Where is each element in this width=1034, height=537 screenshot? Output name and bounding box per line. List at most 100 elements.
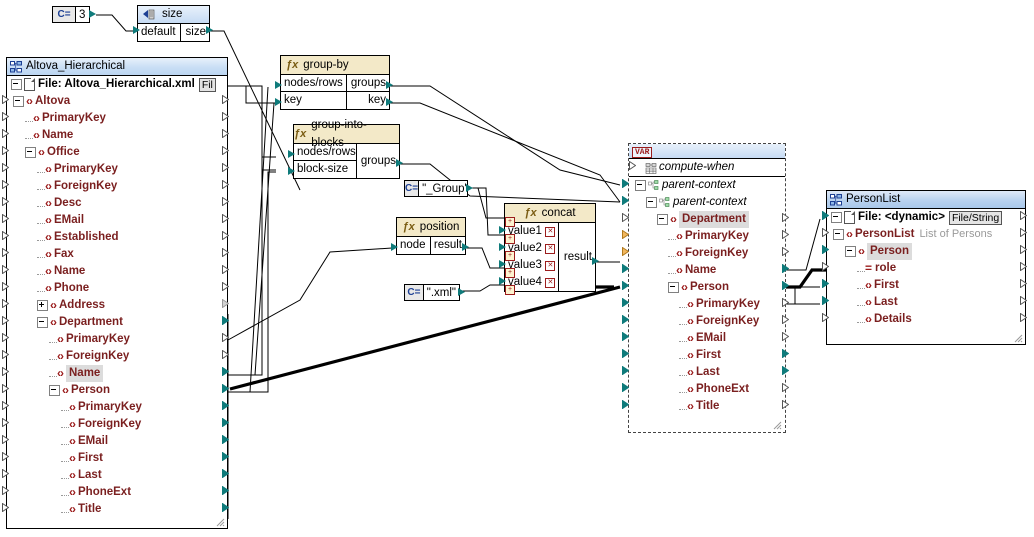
file-row-collapse-toggle[interactable] xyxy=(11,79,22,90)
input-connector[interactable] xyxy=(622,382,630,393)
remove-value4-icon[interactable]: ✕ xyxy=(545,277,556,288)
output-connector[interactable] xyxy=(222,315,230,326)
variable-titlebar[interactable]: VAR xyxy=(629,144,785,159)
target-tree-row[interactable]: ‹› Person xyxy=(827,243,1025,260)
output-connector[interactable] xyxy=(782,348,790,359)
input-connector[interactable] xyxy=(622,229,630,240)
target-tree-row[interactable]: ‹› Last xyxy=(827,294,1025,311)
output-connector[interactable] xyxy=(782,229,790,240)
target-file-output-connector[interactable] xyxy=(1020,210,1028,221)
position-input-node[interactable]: node xyxy=(397,237,430,254)
output-connector[interactable] xyxy=(222,196,230,207)
source-tree-row[interactable]: ‹› Established xyxy=(7,229,227,246)
concat-add-before-value1-icon[interactable]: + xyxy=(505,217,515,227)
variable-tree-row[interactable]: parent-context xyxy=(629,177,785,194)
concat-add-before-value2-icon[interactable]: + xyxy=(505,234,515,244)
variable-component[interactable]: VAR compute-when parent-context parent-co… xyxy=(628,143,786,433)
group-by-input-nodes-rows[interactable]: nodes/rows xyxy=(281,75,346,92)
input-connector[interactable] xyxy=(2,298,10,309)
gib-input-block-size[interactable]: block-size xyxy=(294,161,356,178)
input-connector[interactable] xyxy=(822,227,830,238)
input-connector[interactable] xyxy=(822,295,830,306)
source-tree-row[interactable]: ‹› Last xyxy=(7,467,227,484)
variable-tree-row[interactable]: ‹› EMail xyxy=(629,330,785,347)
source-tree-row[interactable]: ‹› Title xyxy=(7,501,227,518)
input-connector[interactable] xyxy=(2,332,10,343)
output-connector[interactable] xyxy=(222,383,230,394)
function-position[interactable]: ƒx position node result xyxy=(396,217,466,255)
source-tree-row[interactable]: ‹› EMail xyxy=(7,433,227,450)
concat-value4-connector[interactable] xyxy=(499,277,506,285)
remove-value3-icon[interactable]: ✕ xyxy=(545,260,556,271)
variable-tree-row[interactable]: ‹› Last xyxy=(629,364,785,381)
position-output-result[interactable]: result xyxy=(431,237,465,254)
output-connector[interactable] xyxy=(782,365,790,376)
function-group-by[interactable]: ƒx group-by nodes/rows key groups key xyxy=(280,55,390,110)
input-connector[interactable] xyxy=(2,145,10,156)
output-connector[interactable] xyxy=(222,298,230,309)
output-connector[interactable] xyxy=(222,417,230,428)
expand-toggle[interactable] xyxy=(37,300,48,311)
source-tree-row[interactable]: ‹› ForeignKey xyxy=(7,348,227,365)
output-connector[interactable] xyxy=(782,246,790,257)
concat-add-after-value4-icon[interactable]: + xyxy=(505,285,515,295)
remove-value1-icon[interactable]: ✕ xyxy=(545,226,556,237)
output-connector[interactable] xyxy=(222,179,230,190)
output-connector[interactable] xyxy=(1020,278,1028,289)
output-connector[interactable] xyxy=(222,400,230,411)
output-connector[interactable] xyxy=(782,212,790,223)
output-connector[interactable] xyxy=(1020,244,1028,255)
constant-group-output-connector[interactable] xyxy=(466,184,473,192)
source-tree-row[interactable]: ‹› ForeignKey xyxy=(7,416,227,433)
group-by-key-out-connector[interactable] xyxy=(386,98,393,106)
input-connector[interactable] xyxy=(2,315,10,326)
output-connector[interactable] xyxy=(782,280,790,291)
variable-tree-row[interactable]: parent-context xyxy=(629,194,785,211)
group-by-output-key[interactable]: key xyxy=(347,92,389,109)
input-connector[interactable] xyxy=(2,281,10,292)
source-tree-row[interactable]: ‹› PrimaryKey xyxy=(7,331,227,348)
compute-when-row[interactable]: compute-when xyxy=(629,159,785,176)
output-connector[interactable] xyxy=(782,314,790,325)
input-connector[interactable] xyxy=(622,331,630,342)
output-connector[interactable] xyxy=(782,263,790,274)
source-component-altova-hierarchical[interactable]: Altova_Hierarchical File: Altova_Hierarc… xyxy=(6,57,228,529)
concat-add-before-value4-icon[interactable]: + xyxy=(505,268,515,278)
source-tree-row[interactable]: ‹› EMail xyxy=(7,212,227,229)
mapping-canvas[interactable]: C= 3 size default size Altova_Hierarchic xyxy=(0,0,1034,537)
collapse-toggle[interactable] xyxy=(37,317,48,328)
variable-tree-row[interactable]: ‹› Name xyxy=(629,262,785,279)
size-output-connector[interactable] xyxy=(206,26,213,34)
constant-3-output-connector[interactable] xyxy=(89,10,96,18)
collapse-toggle[interactable] xyxy=(13,96,24,107)
output-connector[interactable] xyxy=(222,145,230,156)
input-connector[interactable] xyxy=(2,111,10,122)
target-tree-row[interactable]: ‹› Details xyxy=(827,311,1025,328)
constant-3[interactable]: C= 3 xyxy=(52,6,90,23)
source-tree-row[interactable]: ‹› Fax xyxy=(7,246,227,263)
input-connector[interactable] xyxy=(2,196,10,207)
source-resize-grip[interactable] xyxy=(216,518,225,527)
source-tree-row[interactable]: ‹› First xyxy=(7,450,227,467)
input-connector[interactable] xyxy=(822,312,830,323)
target-tree-row[interactable]: ‹› PersonList List of Persons xyxy=(827,226,1025,243)
collapse-toggle[interactable] xyxy=(845,246,856,257)
input-connector[interactable] xyxy=(2,94,10,105)
source-tree-row[interactable]: ‹› Office xyxy=(7,144,227,161)
input-connector[interactable] xyxy=(2,417,10,428)
concat-value2-connector[interactable] xyxy=(499,243,506,251)
concat-output-result[interactable]: result xyxy=(559,223,595,291)
collapse-toggle[interactable] xyxy=(25,147,36,158)
concat-result-connector[interactable] xyxy=(592,257,599,265)
output-connector[interactable] xyxy=(222,94,230,105)
source-tree-row[interactable]: ‹› Person xyxy=(7,382,227,399)
input-connector[interactable] xyxy=(622,348,630,359)
output-connector[interactable] xyxy=(222,213,230,224)
input-connector[interactable] xyxy=(2,162,10,173)
input-connector[interactable] xyxy=(622,399,630,410)
output-connector[interactable] xyxy=(1020,227,1028,238)
input-connector[interactable] xyxy=(622,280,630,291)
function-group-into-blocks[interactable]: ƒx group-into-blocks nodes/rows block-si… xyxy=(293,119,400,179)
source-tree-row[interactable]: ‹› Desc xyxy=(7,195,227,212)
target-file-button[interactable]: File/String xyxy=(948,210,1003,225)
